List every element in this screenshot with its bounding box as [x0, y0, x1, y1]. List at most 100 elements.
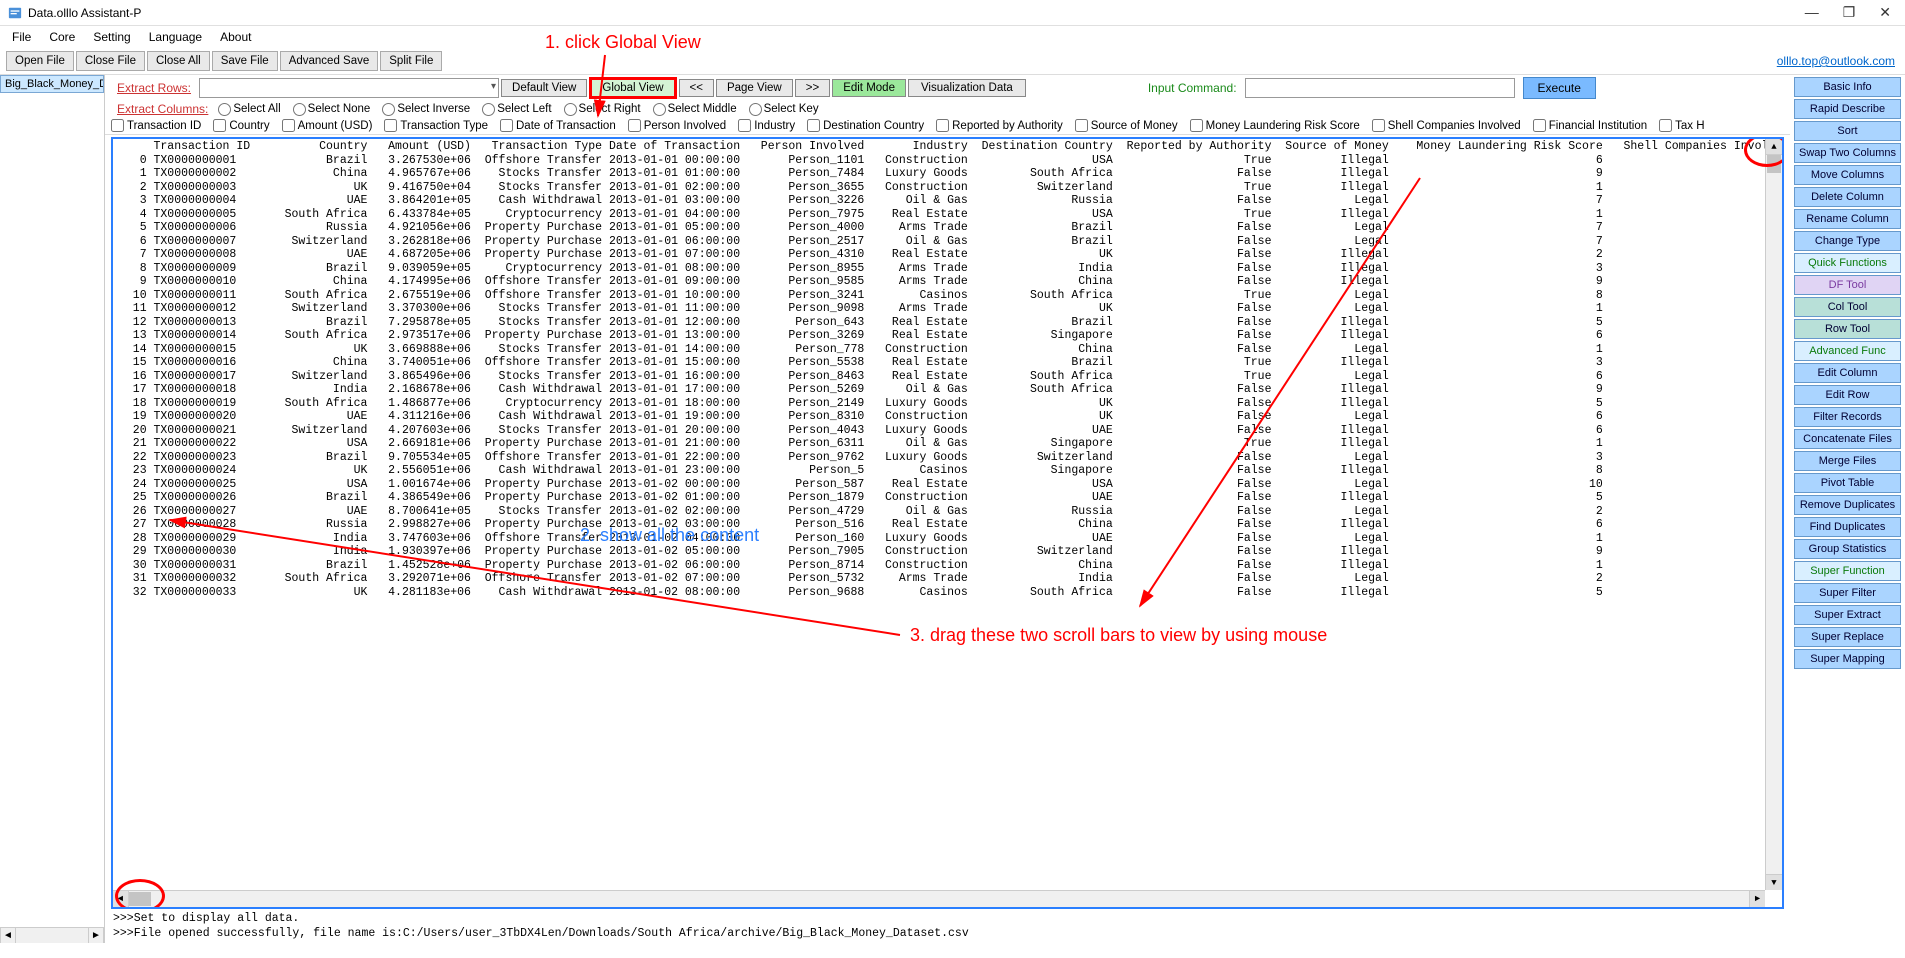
menubar: File Core Setting Language About	[0, 26, 1905, 48]
vertical-scrollbar[interactable]: ▲ ▼	[1765, 139, 1782, 890]
radio-select-left[interactable]: Select Left	[482, 103, 551, 116]
column-check[interactable]: Amount (USD)	[282, 119, 373, 132]
command-input[interactable]	[1245, 78, 1515, 98]
func-button[interactable]: Edit Column	[1794, 363, 1901, 383]
func-button[interactable]: Quick Functions	[1794, 253, 1901, 273]
column-check[interactable]: Industry	[738, 119, 795, 132]
extract-rows-link[interactable]: Extract Rows:	[111, 81, 197, 95]
open-file-button[interactable]: Open File	[6, 51, 74, 71]
func-button[interactable]: Change Type	[1794, 231, 1901, 251]
func-button[interactable]: Row Tool	[1794, 319, 1901, 339]
horizontal-scrollbar[interactable]: ◄ ►	[113, 890, 1765, 907]
advanced-save-button[interactable]: Advanced Save	[280, 51, 379, 71]
menu-file[interactable]: File	[12, 30, 31, 44]
column-check[interactable]: Transaction Type	[384, 119, 488, 132]
column-check[interactable]: Financial Institution	[1533, 119, 1647, 132]
file-list-scrollbar[interactable]: ◄ ►	[0, 927, 104, 943]
annotation-circle-bottomleft	[115, 879, 165, 909]
chevron-down-icon: ▾	[491, 81, 496, 92]
func-button[interactable]: Super Filter	[1794, 583, 1901, 603]
func-button[interactable]: Find Duplicates	[1794, 517, 1901, 537]
split-file-button[interactable]: Split File	[380, 51, 442, 71]
minimize-button[interactable]: —	[1799, 4, 1825, 21]
func-button[interactable]: DF Tool	[1794, 275, 1901, 295]
column-checkboxes: Transaction ID Country Amount (USD) Tran…	[105, 117, 1790, 135]
data-viewport: Transaction ID Country Amount (USD) Tran…	[111, 137, 1784, 909]
func-button[interactable]: Super Function	[1794, 561, 1901, 581]
func-button[interactable]: Swap Two Columns	[1794, 143, 1901, 163]
column-check[interactable]: Source of Money	[1075, 119, 1178, 132]
menu-language[interactable]: Language	[149, 30, 202, 44]
console-line: >>>Set to display all data.	[113, 911, 1782, 926]
close-file-button[interactable]: Close File	[76, 51, 145, 71]
func-button[interactable]: Concatenate Files	[1794, 429, 1901, 449]
close-all-button[interactable]: Close All	[147, 51, 210, 71]
column-select-bar: Extract Columns: Select All Select None …	[105, 101, 1790, 117]
input-command-label: Input Command:	[1148, 81, 1237, 95]
file-toolbar: Open File Close File Close All Save File…	[0, 48, 1905, 75]
func-button[interactable]: Super Extract	[1794, 605, 1901, 625]
column-check[interactable]: Transaction ID	[111, 119, 201, 132]
column-check[interactable]: Country	[213, 119, 269, 132]
edit-mode-button[interactable]: Edit Mode	[832, 79, 906, 97]
column-check[interactable]: Destination Country	[807, 119, 924, 132]
console-output: >>>Set to display all data. >>>File open…	[105, 909, 1790, 943]
func-button[interactable]: Delete Column	[1794, 187, 1901, 207]
func-button[interactable]: Edit Row	[1794, 385, 1901, 405]
column-check[interactable]: Money Laundering Risk Score	[1190, 119, 1360, 132]
rows-combo[interactable]: ▾	[199, 78, 499, 98]
file-list-panel: Big_Black_Money_Data ◄ ►	[0, 75, 105, 943]
func-button[interactable]: Group Statistics	[1794, 539, 1901, 559]
window-controls: — ❐ ✕	[1799, 4, 1897, 21]
data-table: Transaction ID Country Amount (USD) Tran…	[113, 139, 1782, 600]
app-icon	[8, 6, 22, 20]
menu-core[interactable]: Core	[49, 30, 75, 44]
default-view-button[interactable]: Default View	[501, 79, 587, 97]
file-tab-active[interactable]: Big_Black_Money_Data	[0, 75, 104, 93]
view-toolbar: Extract Rows: ▾ Default View Global View…	[105, 75, 1790, 101]
extract-columns-link[interactable]: Extract Columns:	[111, 102, 214, 116]
radio-select-all[interactable]: Select All	[218, 103, 280, 116]
func-button[interactable]: Merge Files	[1794, 451, 1901, 471]
scroll-right-icon[interactable]: ►	[1749, 891, 1765, 907]
func-button[interactable]: Rename Column	[1794, 209, 1901, 229]
scroll-left-icon[interactable]: ◄	[0, 928, 16, 943]
radio-select-none[interactable]: Select None	[293, 103, 371, 116]
scroll-right-icon[interactable]: ►	[88, 928, 104, 943]
column-check[interactable]: Date of Transaction	[500, 119, 616, 132]
visualization-button[interactable]: Visualization Data	[908, 79, 1026, 97]
func-button[interactable]: Move Columns	[1794, 165, 1901, 185]
column-check[interactable]: Tax H	[1659, 119, 1704, 132]
radio-select-key[interactable]: Select Key	[749, 103, 819, 116]
email-link[interactable]: olllo.top@outlook.com	[1777, 54, 1895, 68]
column-check[interactable]: Reported by Authority	[936, 119, 1063, 132]
func-button[interactable]: Pivot Table	[1794, 473, 1901, 493]
next-page-button[interactable]: >>	[795, 79, 830, 97]
func-button[interactable]: Sort	[1794, 121, 1901, 141]
column-check[interactable]: Shell Companies Involved	[1372, 119, 1521, 132]
radio-select-inverse[interactable]: Select Inverse	[382, 103, 470, 116]
prev-page-button[interactable]: <<	[679, 79, 714, 97]
func-button[interactable]: Basic Info	[1794, 77, 1901, 97]
menu-setting[interactable]: Setting	[93, 30, 130, 44]
menu-about[interactable]: About	[220, 30, 251, 44]
global-view-button[interactable]: Global View	[589, 77, 676, 99]
func-button[interactable]: Rapid Describe	[1794, 99, 1901, 119]
execute-button[interactable]: Execute	[1523, 77, 1596, 99]
func-button[interactable]: Remove Duplicates	[1794, 495, 1901, 515]
window-title: Data.olllo Assistant-P	[28, 6, 1799, 20]
console-line: >>>File opened successfully, file name i…	[113, 926, 1782, 941]
func-button[interactable]: Col Tool	[1794, 297, 1901, 317]
radio-select-middle[interactable]: Select Middle	[653, 103, 737, 116]
func-button[interactable]: Super Mapping	[1794, 649, 1901, 669]
column-check[interactable]: Person Involved	[628, 119, 726, 132]
page-view-button[interactable]: Page View	[716, 79, 793, 97]
save-file-button[interactable]: Save File	[212, 51, 278, 71]
scroll-down-icon[interactable]: ▼	[1766, 874, 1782, 890]
close-button[interactable]: ✕	[1873, 4, 1897, 21]
radio-select-right[interactable]: Select Right	[564, 103, 641, 116]
func-button[interactable]: Filter Records	[1794, 407, 1901, 427]
func-button[interactable]: Super Replace	[1794, 627, 1901, 647]
maximize-button[interactable]: ❐	[1837, 4, 1862, 21]
func-button[interactable]: Advanced Func	[1794, 341, 1901, 361]
